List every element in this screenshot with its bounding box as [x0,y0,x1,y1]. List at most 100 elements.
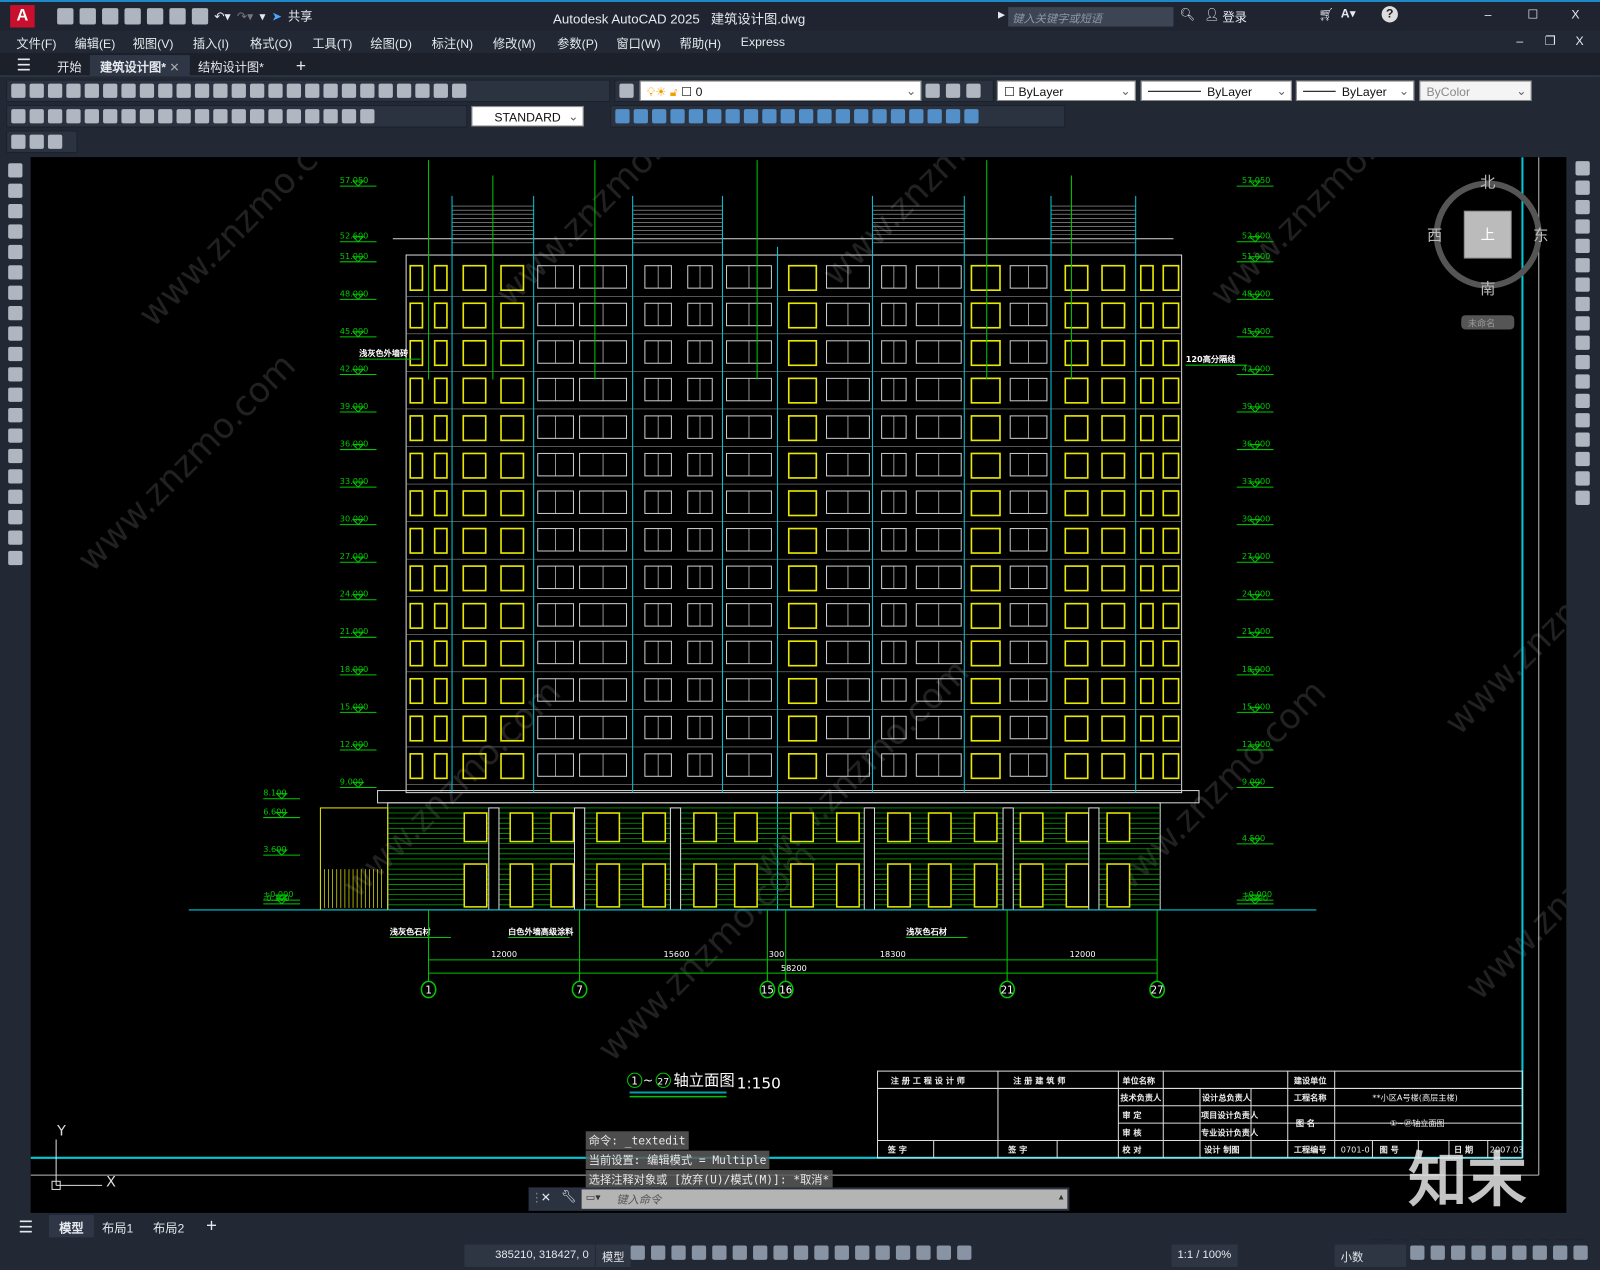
plot-preview-icon[interactable] [84,83,99,98]
menu-item[interactable]: 工具(T) [312,32,352,55]
help-search-input[interactable]: 键入关键字或短语 [1008,7,1174,27]
new-icon[interactable] [11,83,26,98]
circle-icon[interactable] [8,285,23,300]
check-icon[interactable] [872,109,887,124]
tab-model[interactable]: 模型 [48,1214,94,1238]
annotation-visibility-toggle-icon[interactable] [936,1245,952,1260]
arc-length-dim-icon[interactable] [47,109,63,124]
separate-icon[interactable] [835,109,850,124]
viewcube[interactable]: 上 北 南 东 西 未命名 [1427,174,1548,330]
mirror-icon[interactable] [1575,199,1590,215]
selection-filter-toggle-icon[interactable] [895,1245,911,1260]
color-dropdown[interactable]: ☐ ByLayer ⌄ [996,80,1136,101]
trim-icon[interactable] [1575,335,1590,350]
union-icon[interactable] [633,109,648,124]
units-dropdown[interactable]: 小数 [1334,1244,1407,1267]
ellipse-icon[interactable] [8,346,23,362]
arc-icon[interactable] [8,265,23,280]
scale-icon[interactable] [1575,296,1590,312]
save-icon[interactable] [47,83,63,98]
center-mark-icon[interactable] [268,109,283,124]
ortho-toggle-icon[interactable] [691,1245,707,1260]
zoom-realtime-icon[interactable] [286,83,302,98]
fillet-icon[interactable] [1575,451,1590,467]
revision-cloud-icon[interactable] [8,306,23,321]
radius-dim-icon[interactable] [84,109,99,124]
open-web-icon[interactable] [146,7,164,24]
plotstyle-dropdown[interactable]: ByColor ⌄ [1419,80,1532,101]
compass-west[interactable]: 西 [1427,227,1442,245]
close-button[interactable]: X [1571,7,1579,21]
ellipse-arc-icon[interactable] [8,367,23,382]
multiline-text-icon[interactable] [8,530,23,545]
tool-palettes-icon[interactable] [378,83,393,98]
app-menu-icon[interactable]: ☰ [16,55,31,75]
command-prompt-icon[interactable]: ▭▾ [586,1192,601,1203]
menu-item[interactable]: Express [741,32,785,52]
osnap-tracking-toggle-icon[interactable] [753,1245,768,1260]
close-command-icon[interactable]: ✕ [541,1190,551,1204]
coordinates-readout[interactable]: 385210, 318427, 0 [464,1244,595,1267]
imprint-icon[interactable] [890,109,906,124]
doc-close-button[interactable]: X [1575,34,1583,48]
autocad-logo[interactable]: A [10,5,35,28]
tab-start[interactable]: 开始 [47,55,92,76]
close-tab-icon[interactable]: ✕ [169,60,179,74]
properties-icon[interactable] [341,83,357,98]
customize-icon[interactable]: ▾ [259,9,265,23]
pan-icon[interactable] [268,83,283,98]
tolerance-icon[interactable] [249,109,265,124]
lock-ui-icon[interactable] [1491,1245,1507,1260]
region-icon[interactable] [8,489,23,504]
add-selected-icon[interactable] [8,550,23,566]
line-icon[interactable] [8,163,23,178]
layer-state-icon[interactable] [966,83,981,98]
move-3d-icon[interactable] [707,109,722,124]
section-plane-icon[interactable] [945,109,961,124]
zoom-window-icon[interactable] [305,83,320,98]
delete-faces-icon[interactable] [743,109,759,124]
compass-east[interactable]: 东 [1533,227,1548,245]
calculator-icon[interactable] [433,83,448,98]
layer-on-icon[interactable]: 💡︎☀︎ [647,85,667,99]
lineweight-dropdown[interactable]: ByLayer ⌄ [1295,80,1415,101]
edit-text-icon[interactable] [11,134,26,149]
dim-update-icon[interactable] [360,109,375,124]
layer-lock-icon[interactable]: 🔓︎ [670,85,678,99]
publish-icon[interactable] [103,83,118,98]
jogged-dim-icon[interactable] [103,109,118,124]
polyline-icon[interactable] [8,183,23,198]
menu-item[interactable]: 修改(M) [493,32,536,55]
subtract-icon[interactable] [652,109,667,124]
tab-architectural-drawing[interactable]: 建筑设计图* ✕ [89,55,190,77]
menu-item[interactable]: 视图(V) [133,32,174,55]
diameter-dim-icon[interactable] [121,109,136,124]
menu-item[interactable]: 格式(O) [250,32,292,55]
press-pull-icon[interactable] [688,109,704,124]
customize-icon[interactable] [1573,1245,1588,1260]
polar-toggle-icon[interactable] [712,1245,727,1260]
annotation-monitor-icon[interactable] [1430,1245,1445,1260]
command-history-toggle[interactable]: ▲ [1057,1192,1065,1201]
login-button[interactable]: 登录 [1222,8,1247,25]
design-center-icon[interactable] [360,83,375,98]
baseline-dim-icon[interactable] [176,109,191,124]
make-current-icon[interactable] [925,83,940,98]
annotation-scale-button[interactable]: 1:1 / 100% [1171,1244,1238,1267]
selection-cycling-toggle-icon[interactable] [834,1245,849,1260]
shell-icon[interactable] [817,109,832,124]
autoscale-toggle-icon[interactable] [957,1245,972,1260]
inspect-icon[interactable] [286,109,302,124]
isodraft-toggle-icon[interactable] [732,1245,747,1260]
hatch-icon[interactable] [8,448,23,464]
menu-item[interactable]: 标注(N) [432,32,474,55]
jogged-linear-icon[interactable] [305,109,320,124]
command-input[interactable]: 键入命令 [581,1189,1068,1209]
doc-restore-button[interactable]: ❐ [1545,34,1556,48]
move-icon[interactable] [1575,258,1590,273]
clean-icon[interactable] [854,109,869,124]
continue-dim-icon[interactable] [194,109,210,124]
dwf-icon[interactable] [121,83,136,98]
customize-command-icon[interactable]: 🔧︎ [561,1189,577,1203]
blend-curves-icon[interactable] [1575,471,1590,486]
